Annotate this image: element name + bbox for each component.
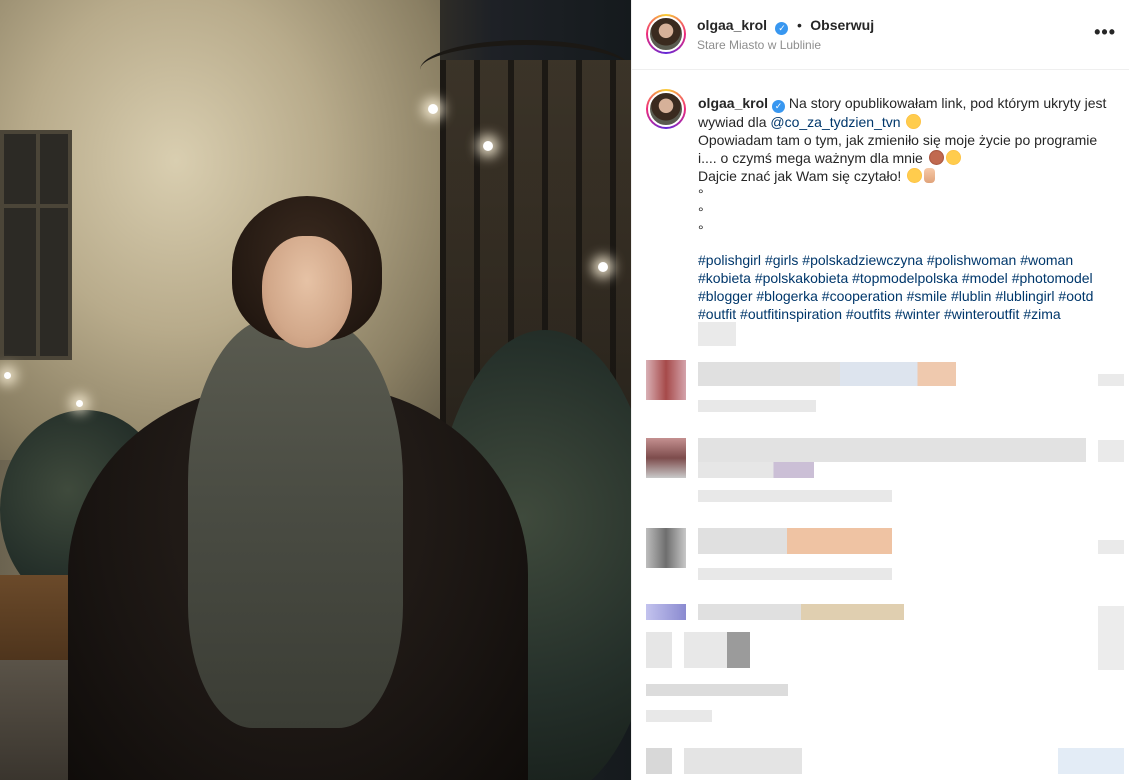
comment-text-blurred bbox=[698, 462, 814, 478]
mention-link[interactable]: @co_za_tydzien_tvn bbox=[770, 114, 900, 130]
hashtag-link[interactable]: #outfit bbox=[698, 306, 736, 322]
post-header: olgaa_krol ✓ • Obserwuj Stare Miasto w L… bbox=[632, 0, 1129, 70]
caption-avatar[interactable] bbox=[646, 89, 686, 129]
hashtag-list: #polishgirl #girls #polskadziewczyna #po… bbox=[698, 251, 1118, 323]
comment-text-blurred bbox=[698, 604, 904, 620]
comment-like-icon-blurred[interactable] bbox=[1098, 374, 1124, 386]
comment-avatar-blurred[interactable] bbox=[646, 360, 686, 400]
hashtag-link[interactable]: #blogerka bbox=[756, 288, 818, 304]
comment-text-blurred bbox=[698, 528, 892, 554]
username-link[interactable]: olgaa_krol bbox=[697, 17, 767, 33]
comment-like-icon-blurred[interactable] bbox=[1098, 440, 1124, 462]
hashtag-link[interactable]: #ootd bbox=[1058, 288, 1093, 304]
hashtag-link[interactable]: #winteroutfit bbox=[944, 306, 1019, 322]
hashtag-link[interactable]: #polishgirl bbox=[698, 252, 761, 268]
hashtag-link[interactable]: #photomodel bbox=[1012, 270, 1093, 286]
comment-text-blurred bbox=[684, 748, 802, 774]
more-options-icon[interactable]: ••• bbox=[1094, 22, 1116, 43]
caption-text-line2: Opowiadam tam o tym, jak zmieniło się mo… bbox=[698, 132, 1098, 166]
hashtag-link[interactable]: #cooperation bbox=[822, 288, 903, 304]
hashtag-link[interactable]: #lublin bbox=[951, 288, 991, 304]
comment-like-icon-blurred[interactable] bbox=[1098, 606, 1124, 670]
avatar[interactable] bbox=[646, 14, 686, 54]
star-struck-emoji-icon bbox=[906, 114, 922, 129]
comment-avatar-blurred[interactable] bbox=[646, 438, 686, 478]
hashtag-link[interactable]: #woman bbox=[1020, 252, 1073, 268]
caption-dot: ° bbox=[698, 222, 704, 238]
scarf bbox=[188, 318, 403, 728]
post-sidebar: olgaa_krol ✓ • Obserwuj Stare Miasto w L… bbox=[631, 0, 1129, 780]
hashtag-link[interactable]: #model bbox=[962, 270, 1008, 286]
caption-dot: ° bbox=[698, 186, 704, 202]
post-photo[interactable] bbox=[0, 0, 631, 780]
follow-button[interactable]: Obserwuj bbox=[810, 17, 874, 33]
hashtag-link[interactable]: #kobieta bbox=[698, 270, 751, 286]
person bbox=[0, 0, 631, 780]
face bbox=[262, 236, 352, 348]
location-link[interactable]: Stare Miasto w Lublinie bbox=[697, 38, 821, 52]
post-caption: olgaa_krol ✓ Na story opublikowałam link,… bbox=[698, 94, 1118, 323]
comment-avatar-blurred[interactable] bbox=[646, 528, 686, 568]
hushed-face-emoji-icon bbox=[945, 150, 961, 165]
hashtag-link[interactable]: #topmodelpolska bbox=[852, 270, 958, 286]
see-no-evil-monkey-emoji-icon bbox=[928, 150, 944, 165]
comment-text-blurred bbox=[698, 362, 956, 386]
comment-like-icon-blurred[interactable] bbox=[1058, 748, 1124, 774]
comment-text-blurred bbox=[698, 438, 1086, 462]
avatar-image bbox=[648, 16, 684, 52]
comment-meta-blurred bbox=[698, 568, 892, 580]
caption-text-line3: Dajcie znać jak Wam się czytało! bbox=[698, 168, 902, 184]
hashtag-link[interactable]: #blogger bbox=[698, 288, 753, 304]
caption-username-link[interactable]: olgaa_krol bbox=[698, 95, 768, 111]
comment-reply-blurred bbox=[684, 632, 750, 668]
caption-dot: ° bbox=[698, 204, 704, 220]
hashtag-link[interactable]: #polskakobieta bbox=[755, 270, 848, 286]
comment-avatar-blurred[interactable] bbox=[646, 604, 686, 620]
comment-meta-blurred bbox=[698, 400, 816, 412]
header-name-row: olgaa_krol ✓ • Obserwuj bbox=[697, 17, 874, 35]
hashtag-link[interactable]: #smile bbox=[907, 288, 947, 304]
hashtag-link[interactable]: #outfitinspiration bbox=[740, 306, 842, 322]
comment-meta-blurred bbox=[698, 490, 892, 502]
winking-tongue-emoji-icon bbox=[907, 168, 923, 183]
avatar-image bbox=[648, 91, 684, 127]
comment-meta-blurred bbox=[646, 710, 712, 722]
hashtag-link[interactable]: #girls bbox=[765, 252, 798, 268]
hashtag-link[interactable]: #lublingirl bbox=[995, 288, 1054, 304]
hashtag-link[interactable]: #winter bbox=[895, 306, 940, 322]
comment-reply-blurred bbox=[646, 632, 672, 668]
caption-timestamp-blurred bbox=[698, 322, 736, 346]
verified-badge-icon: ✓ bbox=[772, 100, 786, 113]
hashtag-link[interactable]: #polishwoman bbox=[927, 252, 1017, 268]
hashtag-link[interactable]: #zima bbox=[1023, 306, 1060, 322]
comment-meta-blurred bbox=[646, 684, 788, 696]
comment-avatar-blurred[interactable] bbox=[646, 748, 672, 774]
hashtag-link[interactable]: #polskadziewczyna bbox=[802, 252, 923, 268]
hashtag-link[interactable]: #outfits bbox=[846, 306, 891, 322]
separator-dot: • bbox=[796, 17, 802, 33]
comment-like-icon-blurred[interactable] bbox=[1098, 540, 1124, 554]
victory-hand-emoji-icon bbox=[924, 168, 936, 183]
verified-badge-icon: ✓ bbox=[775, 22, 789, 35]
